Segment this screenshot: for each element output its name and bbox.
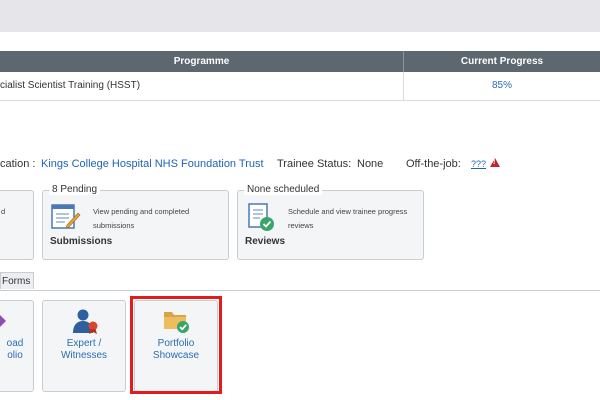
section-tabs: Forms xyxy=(0,272,600,291)
table-row: cialist Scientist Training (HSST) 85% xyxy=(0,72,600,101)
tab-forms[interactable]: Forms xyxy=(0,272,34,289)
submissions-title: Submissions xyxy=(50,236,113,247)
top-bar xyxy=(0,0,600,32)
progress-cell[interactable]: 85% xyxy=(404,72,600,100)
submissions-desc: View pending and completed submissions xyxy=(93,207,190,230)
upload-portfolio-tile[interactable]: oad olio xyxy=(0,300,34,392)
upload-portfolio-label: oad olio xyxy=(0,338,33,362)
upload-portfolio-label-line1: oad xyxy=(6,338,24,349)
upload-portfolio-label-line2: olio xyxy=(7,350,23,361)
off-the-job-link[interactable]: ??? xyxy=(471,158,501,170)
warning-icon xyxy=(490,158,501,167)
status-label: Trainee Status: xyxy=(277,158,352,170)
column-header-current-progress: Current Progress xyxy=(460,56,544,67)
expert-witness-icon xyxy=(73,309,98,334)
submissions-card[interactable]: 8 Pending View pending and completed sub… xyxy=(42,184,229,260)
highlight-box xyxy=(130,296,222,394)
reviews-schedule-legend: None scheduled xyxy=(244,184,323,195)
reviews-card[interactable]: None scheduled Schedule and view trainee… xyxy=(237,184,424,260)
off-the-job-label: Off-the-job: xyxy=(406,158,461,170)
status-value: None xyxy=(357,158,384,170)
location-label: cation : xyxy=(0,158,36,170)
expert-witnesses-label-line1: Expert / xyxy=(66,338,102,349)
diamond-icon xyxy=(0,315,6,327)
column-header-programme: Programme xyxy=(0,51,404,72)
expert-witnesses-tile[interactable]: Expert / Witnesses xyxy=(42,300,126,392)
submissions-count-legend: 8 Pending xyxy=(49,184,101,195)
expert-witnesses-label-line2: Witnesses xyxy=(60,350,108,361)
submissions-form-icon xyxy=(51,204,81,229)
reviews-desc: Schedule and view trainee progress revie… xyxy=(288,207,408,230)
reviews-title: Reviews xyxy=(245,236,286,247)
expert-witnesses-label: Expert / Witnesses xyxy=(43,338,125,362)
off-the-job-value[interactable]: ??? xyxy=(471,159,486,169)
location-link[interactable]: Kings College Hospital NHS Foundation Tr… xyxy=(41,158,264,170)
partial-card[interactable]: d xyxy=(0,190,34,260)
programme-cell: cialist Scientist Training (HSST) xyxy=(0,72,404,100)
programme-table-header: Programme Current Progress xyxy=(0,51,600,72)
reviews-checklist-icon xyxy=(248,203,274,231)
partial-card-desc: d xyxy=(1,207,6,216)
